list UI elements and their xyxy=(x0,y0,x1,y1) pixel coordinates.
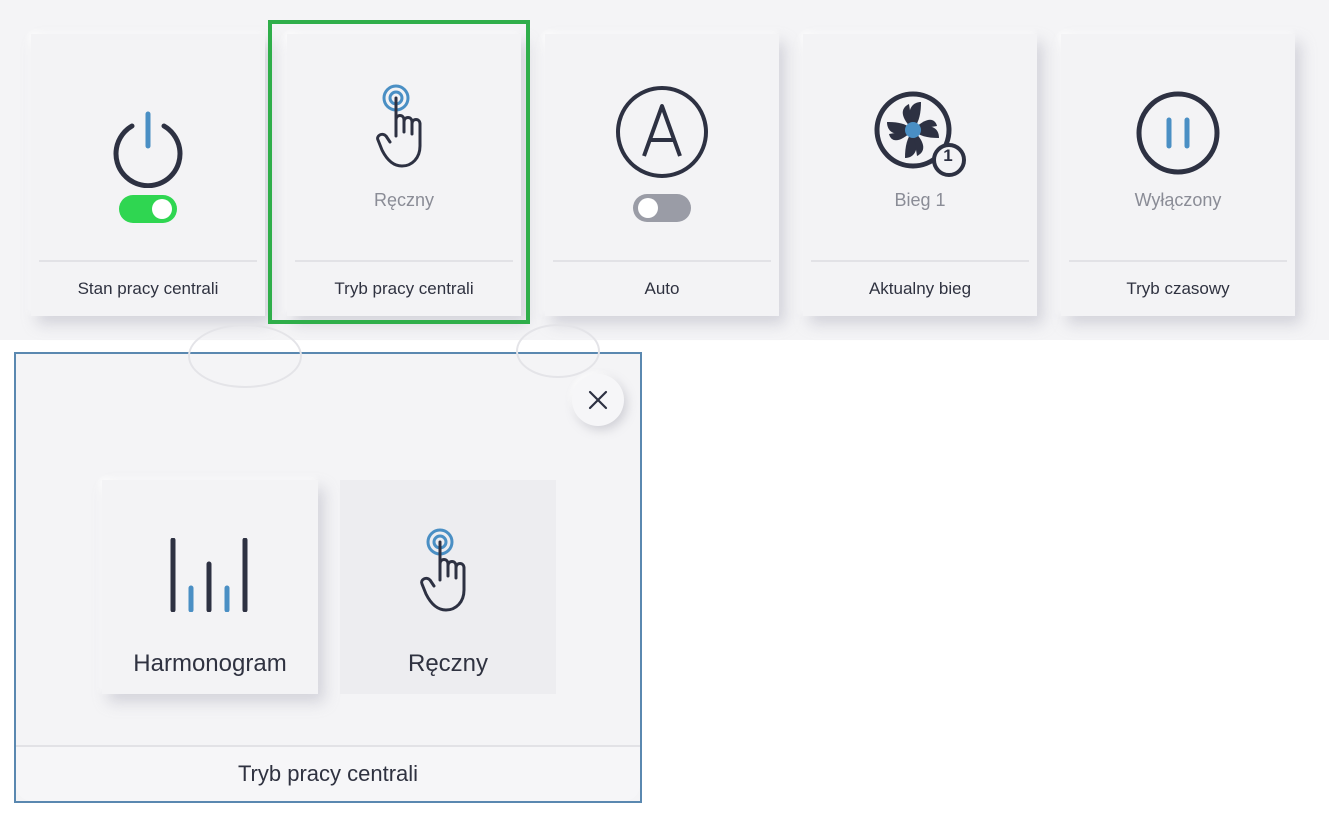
option-label: Harmonogram xyxy=(133,650,287,677)
tile-footer-label: Tryb czasowy xyxy=(1069,260,1287,316)
timer-status-text: Wyłączony xyxy=(1134,190,1222,210)
auto-toggle[interactable] xyxy=(633,194,691,222)
selection-highlight xyxy=(268,20,530,324)
power-toggle[interactable] xyxy=(119,195,177,223)
schedule-bars-icon xyxy=(170,538,248,612)
mode-select-modal: Harmonogram Ręczny Tryb pracy centrali xyxy=(14,324,642,803)
tile-auto[interactable]: Auto xyxy=(545,34,779,316)
hand-pointer-icon xyxy=(420,528,466,612)
tile-body: 1 Bieg 1 xyxy=(803,34,1037,262)
background-ghost-shape xyxy=(188,324,302,388)
tile-body: Wyłączony xyxy=(1061,34,1295,262)
gear-status-text: Bieg 1 xyxy=(894,190,946,210)
tile-stan-pracy[interactable]: Stan pracy centrali xyxy=(31,34,265,316)
option-label: Ręczny xyxy=(407,650,489,677)
tile-tryb-czasowy[interactable]: Wyłączony Tryb czasowy xyxy=(1061,34,1295,316)
toggle-knob xyxy=(152,199,172,219)
option-reczny[interactable]: Ręczny xyxy=(340,480,556,694)
background-ghost-shape xyxy=(516,324,600,378)
pause-icon xyxy=(1136,91,1220,175)
option-harmonogram[interactable]: Harmonogram xyxy=(102,480,318,694)
tile-body xyxy=(31,34,265,262)
gear-badge: 1 xyxy=(943,146,953,165)
auto-a-icon xyxy=(616,86,708,178)
tile-footer-label: Aktualny bieg xyxy=(811,260,1029,316)
tile-aktualny-bieg[interactable]: 1 Bieg 1 Aktualny bieg xyxy=(803,34,1037,316)
modal-footer-label: Tryb pracy centrali xyxy=(16,745,640,801)
tile-body xyxy=(545,34,779,262)
close-icon xyxy=(588,390,608,410)
close-button[interactable] xyxy=(572,374,624,426)
tile-footer-label: Stan pracy centrali xyxy=(39,260,257,316)
tile-footer-label: Auto xyxy=(553,260,771,316)
power-icon xyxy=(113,111,183,188)
toggle-knob xyxy=(638,198,658,218)
